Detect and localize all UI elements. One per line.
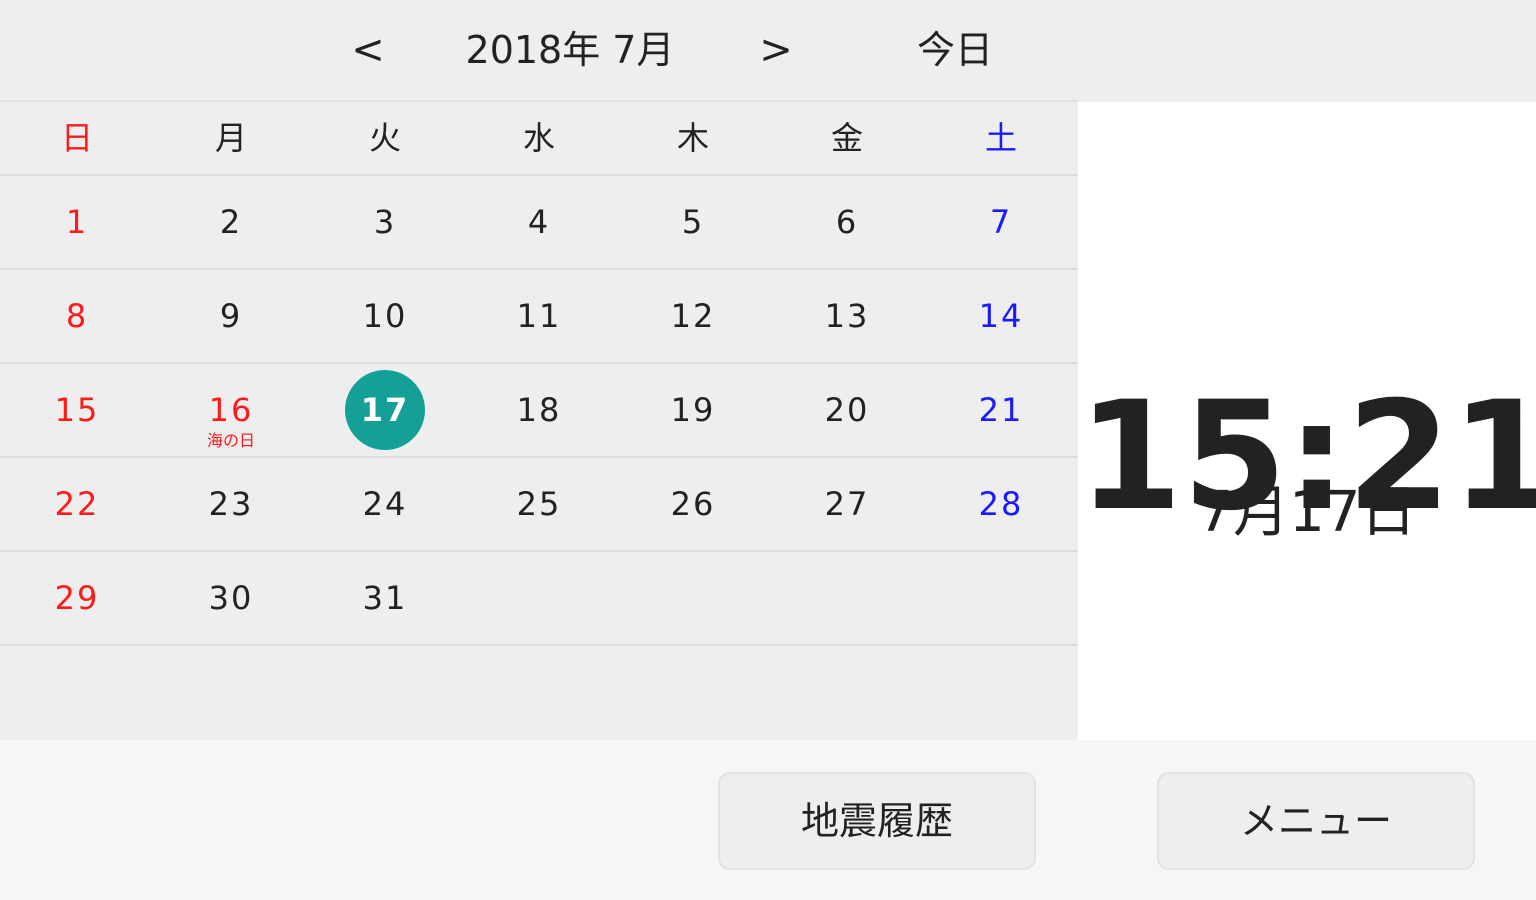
day-cell-11[interactable]: 11 bbox=[462, 270, 616, 362]
day-cell-26[interactable]: 26 bbox=[616, 458, 770, 550]
day-cell-9[interactable]: 9 bbox=[154, 270, 308, 362]
day-cell-8[interactable]: 8 bbox=[0, 270, 154, 362]
day-cell-29[interactable]: 29 bbox=[0, 552, 154, 644]
day-number: 14 bbox=[978, 297, 1024, 335]
day-cell-28[interactable]: 28 bbox=[924, 458, 1078, 550]
day-number: 20 bbox=[824, 391, 870, 429]
day-number: 28 bbox=[978, 485, 1024, 523]
day-cell-22[interactable]: 22 bbox=[0, 458, 154, 550]
day-cell-31[interactable]: 31 bbox=[308, 552, 462, 644]
day-number: 23 bbox=[208, 485, 254, 523]
day-number: 22 bbox=[54, 485, 100, 523]
week-row: 8 9 10 11 12 13 14 bbox=[0, 270, 1078, 364]
day-number: 13 bbox=[824, 297, 870, 335]
day-number: 26 bbox=[670, 485, 716, 523]
day-cell-25[interactable]: 25 bbox=[462, 458, 616, 550]
prev-month-button[interactable]: < bbox=[338, 0, 398, 100]
day-cell-20[interactable]: 20 bbox=[770, 364, 924, 456]
day-number: 11 bbox=[516, 297, 562, 335]
day-cell-2[interactable]: 2 bbox=[154, 176, 308, 268]
day-cell-13[interactable]: 13 bbox=[770, 270, 924, 362]
day-number: 31 bbox=[362, 579, 408, 617]
day-cell-3[interactable]: 3 bbox=[308, 176, 462, 268]
weekday-fri: 金 bbox=[830, 119, 863, 157]
day-cell-7[interactable]: 7 bbox=[924, 176, 1078, 268]
day-number: 15 bbox=[54, 391, 100, 429]
week-row: 29 30 31 bbox=[0, 552, 1078, 646]
day-cell-1[interactable]: 1 bbox=[0, 176, 154, 268]
day-cell-24[interactable]: 24 bbox=[308, 458, 462, 550]
day-cell-27[interactable]: 27 bbox=[770, 458, 924, 550]
day-number: 5 bbox=[681, 203, 705, 241]
day-number: 18 bbox=[516, 391, 562, 429]
day-cell-14[interactable]: 14 bbox=[924, 270, 1078, 362]
weekday-mon: 月 bbox=[214, 119, 247, 157]
day-number: 6 bbox=[835, 203, 859, 241]
day-number: 27 bbox=[824, 485, 870, 523]
week-row: 22 23 24 25 26 27 28 bbox=[0, 458, 1078, 552]
day-number: 4 bbox=[527, 203, 551, 241]
day-number: 29 bbox=[54, 579, 100, 617]
day-cell-30[interactable]: 30 bbox=[154, 552, 308, 644]
day-cell-23[interactable]: 23 bbox=[154, 458, 308, 550]
weekday-wed: 水 bbox=[522, 119, 555, 157]
day-cell-6[interactable]: 6 bbox=[770, 176, 924, 268]
day-number: 9 bbox=[219, 297, 243, 335]
clock-panel: 15:21 7月17日 bbox=[1078, 102, 1536, 740]
month-title: 2018年 7月 bbox=[465, 28, 675, 72]
day-cell-21[interactable]: 21 bbox=[924, 364, 1078, 456]
day-cell-12[interactable]: 12 bbox=[616, 270, 770, 362]
day-number: 3 bbox=[373, 203, 397, 241]
day-cell-10[interactable]: 10 bbox=[308, 270, 462, 362]
day-number: 19 bbox=[670, 391, 716, 429]
menu-button[interactable]: メニュー bbox=[1157, 772, 1475, 870]
today-button[interactable]: 今日 bbox=[900, 0, 1010, 100]
day-cell-16[interactable]: 16 海の日 bbox=[154, 364, 308, 456]
week-row: 1 2 3 4 5 6 7 bbox=[0, 176, 1078, 270]
weekday-header-row: 日 月 火 水 木 金 土 bbox=[0, 100, 1078, 176]
earthquake-history-button[interactable]: 地震履歴 bbox=[718, 772, 1036, 870]
day-number: 10 bbox=[362, 297, 408, 335]
weekday-sat: 土 bbox=[984, 119, 1017, 157]
footer-bar: 地震履歴 メニュー bbox=[0, 740, 1536, 900]
day-number: 16 bbox=[208, 391, 254, 429]
weekday-tue: 火 bbox=[368, 119, 401, 157]
day-cell-19[interactable]: 19 bbox=[616, 364, 770, 456]
week-row: 15 16 海の日 17 18 19 20 21 bbox=[0, 364, 1078, 458]
weekday-thu: 木 bbox=[676, 119, 709, 157]
day-number: 21 bbox=[978, 391, 1024, 429]
calendar-header: < 2018年 7月 > 今日 bbox=[0, 0, 1536, 100]
next-month-button[interactable]: > bbox=[746, 0, 806, 100]
day-cell-15[interactable]: 15 bbox=[0, 364, 154, 456]
day-cell-18[interactable]: 18 bbox=[462, 364, 616, 456]
week-row bbox=[0, 646, 1078, 740]
day-cell-5[interactable]: 5 bbox=[616, 176, 770, 268]
day-cell-4[interactable]: 4 bbox=[462, 176, 616, 268]
day-number: 1 bbox=[65, 203, 89, 241]
day-number: 12 bbox=[670, 297, 716, 335]
day-number: 17 bbox=[345, 370, 425, 450]
day-number: 2 bbox=[219, 203, 243, 241]
day-number: 8 bbox=[65, 297, 89, 335]
day-number: 7 bbox=[989, 203, 1013, 241]
calendar-grid: 日 月 火 水 木 金 土 1 2 3 4 5 6 7 8 9 10 11 12 13 14 15 16 海の日… bbox=[0, 100, 1078, 740]
day-number: 24 bbox=[362, 485, 408, 523]
holiday-label: 海の日 bbox=[206, 431, 255, 450]
clock-date: 7月17日 bbox=[1197, 480, 1417, 545]
day-number: 30 bbox=[208, 579, 254, 617]
weekday-sun: 日 bbox=[60, 119, 93, 157]
day-cell-17[interactable]: 17 bbox=[308, 364, 462, 456]
day-number: 25 bbox=[516, 485, 562, 523]
